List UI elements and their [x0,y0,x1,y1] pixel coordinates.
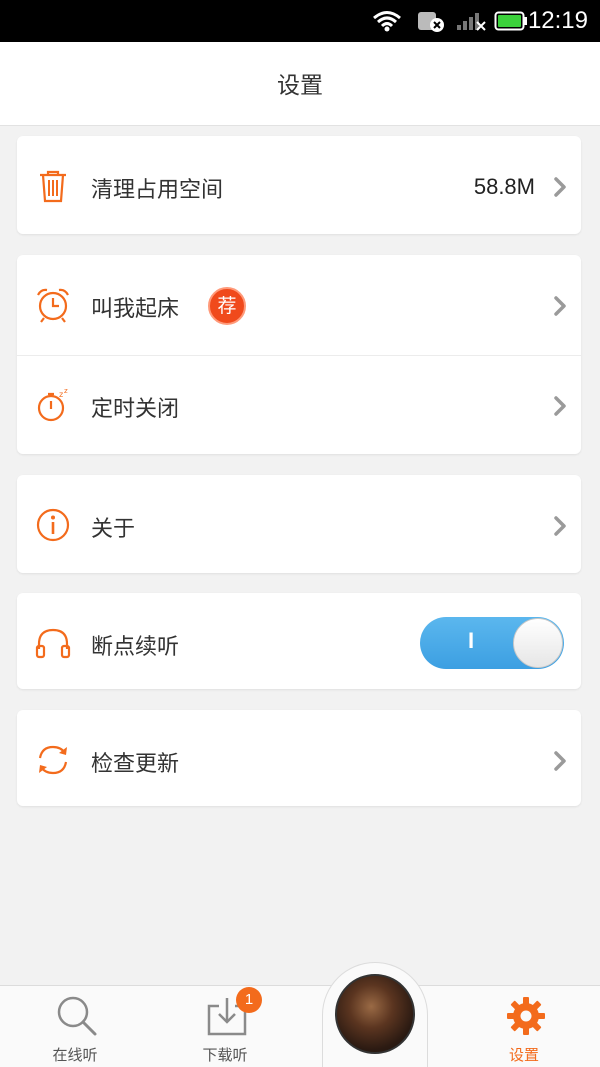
card-about: 关于 [17,475,581,573]
toggle-on-mark: I [468,628,475,653]
storage-size-value: 58.8M [473,174,535,199]
alarm-clock-icon [37,288,69,323]
svg-text:z: z [64,387,68,395]
card-resume: 断点续听 I [17,593,581,689]
tab-online[interactable]: 在线听 [15,986,135,1067]
row-about[interactable]: 关于 [17,475,581,573]
sleep-timer-icon: z z [37,387,68,422]
tab-settings[interactable]: 设置 [464,986,584,1067]
tab-settings-label: 设置 [508,1046,539,1064]
row-clear-space[interactable]: 清理占用空间 58.8M [17,136,581,234]
tab-download[interactable]: 下载听 [165,986,285,1067]
check-update-label: 检查更新 [91,752,180,777]
info-icon [36,508,70,542]
gear-icon [507,997,545,1035]
toggle-knob[interactable] [513,618,563,668]
card-storage: 清理占用空间 58.8M [17,136,581,234]
tab-download-label: 下载听 [202,1046,248,1064]
card-time: 叫我起床 荐 z z 定时关闭 [17,255,581,454]
chevron-right-icon [554,177,566,197]
refresh-icon [38,745,68,775]
chevron-right-icon [554,296,566,316]
headphones-icon [35,628,71,659]
row-check-update[interactable]: 检查更新 [17,710,581,806]
download-count-badge: 1 [236,987,262,1013]
resume-play-toggle[interactable]: I [420,617,564,669]
trash-icon [40,170,66,203]
chevron-right-icon [554,516,566,536]
status-bar: 12:19 [0,0,600,42]
album-art [335,974,415,1054]
clear-space-label: 清理占用空间 [91,178,224,203]
title-bar: 设置 [0,42,600,126]
page-title: 设置 [277,73,323,99]
chevron-right-icon [554,396,566,416]
wake-me-label: 叫我起床 [91,297,180,322]
chevron-right-icon [554,751,566,771]
resume-play-label: 断点续听 [91,635,180,660]
bottom-tab-bar: 在线听 下载听 设置 [0,985,600,1067]
timer-off-label: 定时关闭 [91,397,180,422]
search-icon [57,996,97,1036]
tab-online-label: 在线听 [52,1046,98,1064]
card-update: 检查更新 [17,710,581,806]
wifi-icon [373,11,401,32]
recommend-badge: 荐 [208,287,246,325]
status-time: 12:19 [527,7,588,34]
now-playing-button[interactable] [322,962,428,1067]
svg-text:z: z [59,390,63,399]
about-label: 关于 [91,517,136,542]
battery-icon [494,11,527,31]
sim-error-icon [418,12,444,32]
row-wake-me[interactable]: 叫我起床 荐 [17,255,581,355]
signal-icon [457,13,486,31]
row-timer-off[interactable]: z z 定时关闭 [17,355,581,454]
row-resume-play: 断点续听 I [17,593,581,689]
